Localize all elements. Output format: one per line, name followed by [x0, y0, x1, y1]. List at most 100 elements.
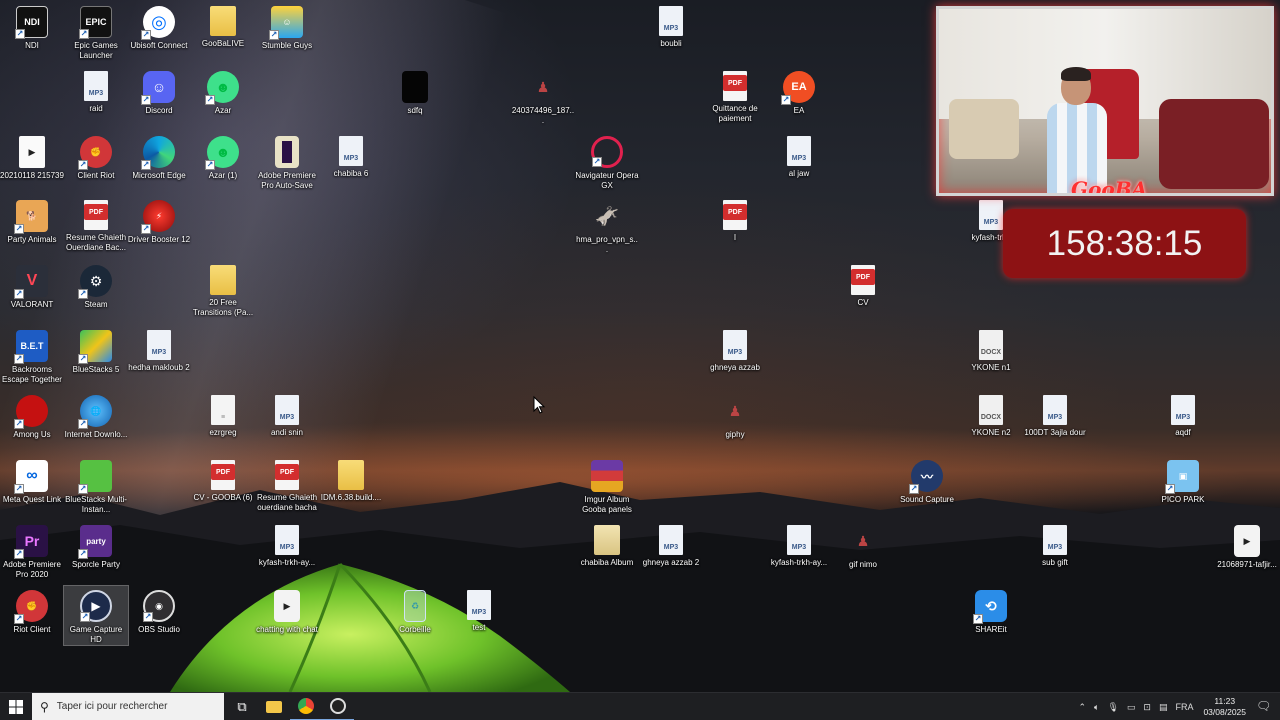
taskbar-chrome[interactable]	[290, 693, 322, 720]
start-button[interactable]	[0, 693, 32, 720]
desktop-icon-backrooms[interactable]: B.E.T ↗ Backrooms Escape Together	[0, 326, 64, 385]
desktop-icon-goobalive[interactable]: GooBaLIVE	[191, 2, 255, 49]
premiere-icon: Pr ↗	[14, 525, 48, 559]
desktop-icon-cv[interactable]: PDF CV	[831, 261, 895, 308]
desktop-icon-chabiba-album[interactable]: chabiba Album	[575, 521, 639, 568]
desktop-icon-steam[interactable]: ⚙ ↗ Steam	[64, 261, 128, 310]
taskbar-file-explorer[interactable]	[258, 693, 290, 720]
desktop-icon-meta-quest-link[interactable]: ∞ ↗ Meta Quest Link	[0, 456, 64, 505]
desktop-icon-andi-snin[interactable]: MP3 andi snin	[255, 391, 319, 438]
desktop-icon-i[interactable]: PDF I	[703, 196, 767, 243]
desktop-icon-chabiba-6[interactable]: MP3 chabiba 6	[319, 132, 383, 179]
microphone-icon[interactable]: 🎙︎	[1107, 702, 1118, 713]
desktop-icon-game-capture-hd[interactable]: ▶ ↗ Game Capture HD	[63, 585, 129, 646]
desktop-icon-quittance[interactable]: PDF Quittance de paiement	[703, 67, 767, 124]
desktop-icon-opera-gx[interactable]: ↗ Navigateur Opera GX	[575, 132, 639, 191]
desktop-icon-sporcle-party[interactable]: party ↗ Sporcle Party	[64, 521, 128, 570]
chevron-up-icon[interactable]: ⌃	[1078, 702, 1086, 713]
desktop-icon-giphy[interactable]: ♟ giphy	[703, 391, 767, 440]
desktop-icon-ubisoft[interactable]: ◎ ↗ Ubisoft Connect	[127, 2, 191, 51]
mp3-file-icon: MP3	[659, 6, 683, 36]
desktop-icon-kyfash-3[interactable]: MP3 kyfash-trkh-ay...	[767, 521, 831, 568]
desktop-icon-resume-2[interactable]: PDF Resume Ghaieth ouerdiane bacha	[255, 456, 319, 513]
desktop-icon-edge[interactable]: ↗ Microsoft Edge	[127, 132, 191, 181]
desktop-icon-bluestacks-5[interactable]: ↗ BlueStacks 5	[64, 326, 128, 375]
desktop-icon-al-jaw[interactable]: MP3 al jaw	[767, 132, 831, 179]
donkey-icon: 🫏	[594, 205, 620, 228]
desktop-icon-aqdf[interactable]: MP3 aqdf	[1151, 391, 1215, 438]
desktop-icon-pico-park[interactable]: ▣ ↗ PICO PARK	[1151, 456, 1215, 505]
desktop-icon-raid[interactable]: MP3 raid	[64, 67, 128, 114]
desktop-icon-free-transitions[interactable]: 20 Free Transitions (Pa...	[191, 261, 255, 318]
clock-time: 11:23	[1214, 696, 1236, 706]
taskbar-obs[interactable]	[322, 693, 354, 720]
desktop-icon-image-240374496[interactable]: ♟ 240374496_187...	[511, 67, 575, 126]
system-tray: ⌃ 🔈︎ 🎙︎ ▭ ⊡ ▤ FRA 11:23 03/08/2025	[1074, 693, 1246, 720]
desktop-icon-sub-gift[interactable]: MP3 sub gift	[1023, 521, 1087, 568]
desktop-icon-ndi[interactable]: NDI ↗ NDI	[0, 2, 64, 51]
language-indicator[interactable]: FRA	[1175, 702, 1193, 712]
desktop-icon-among-us[interactable]: ↗ Among Us	[0, 391, 64, 440]
desktop-icon-idm[interactable]: 🌐 ↗ Internet Downlo...	[64, 391, 128, 440]
desktop-icon-ezrgreg[interactable]: ≡ ezrgreg	[191, 391, 255, 438]
folder-icon	[210, 265, 236, 295]
desktop-icon-hedha-makloub[interactable]: MP3 hedha makloub 2	[127, 326, 191, 373]
desktop-icon-corbeille[interactable]: ♻ Corbeille	[383, 586, 447, 635]
desktop-icon-boubli[interactable]: MP3 boubli	[639, 2, 703, 49]
display-icon[interactable]: ⊡	[1143, 702, 1151, 713]
desktop-icon-epic-games[interactable]: EPIC ↗ Epic Games Launcher	[64, 2, 128, 61]
desktop-icon-azar-1[interactable]: ☻ ↗ Azar (1)	[191, 132, 255, 181]
mouse-cursor-icon	[533, 395, 546, 414]
mp3-file-icon: MP3	[275, 525, 299, 555]
desktop-icon-resume-1[interactable]: PDF Resume Ghaieth Ouerdiane Bac...	[64, 196, 128, 253]
mp3-file-icon: MP3	[787, 136, 811, 166]
desktop-icon-driver-booster[interactable]: ⚡ ↗ Driver Booster 12	[127, 196, 191, 245]
notification-icon[interactable]: 🗨︎	[1256, 699, 1272, 715]
desktop-icon-riot-client[interactable]: ✊ ↗ Riot Client	[0, 586, 64, 635]
desktop-icon-shareit[interactable]: ⟲ ↗ SHAREit	[959, 586, 1023, 635]
valorant-icon: V ↗	[14, 265, 48, 299]
desktop-icon-100dt[interactable]: MP3 100DT 3ajla dour	[1023, 391, 1087, 438]
desktop-icon-client-riot[interactable]: ✊ ↗ Client Riot	[64, 132, 128, 181]
desktop-icon-ghneya-azzab-2[interactable]: MP3 ghneya azzab 2	[639, 521, 703, 568]
task-view-button[interactable]: ⧉	[226, 693, 258, 720]
desktop-icon-imgur-album[interactable]: Imgur Album Gooba panels	[575, 456, 639, 515]
desktop-icon-idm-build[interactable]: IDM.6.38.build....	[319, 456, 383, 503]
desktop-icon-test[interactable]: MP3 test	[447, 586, 511, 633]
network-icon[interactable]: ▭	[1127, 702, 1136, 713]
desktop-icon-premiere-auto-save[interactable]: Adobe Premiere Pro Auto-Save	[255, 132, 319, 191]
desktop-icon-gif-nimo[interactable]: ♟ gif nimo	[831, 521, 895, 570]
desktop-icon-sdfq[interactable]: sdfq	[383, 67, 447, 116]
desktop-icon-chatting[interactable]: ▶ chatting with chat	[255, 586, 319, 635]
tray-app-icon[interactable]: ▤	[1159, 702, 1168, 713]
video-file-icon: ▶	[19, 136, 45, 168]
desktop-icon-ykone-n2[interactable]: DOCX YKONE n2	[959, 391, 1023, 438]
desktop-icon-obs[interactable]: ◉ ↗ OBS Studio	[127, 586, 191, 635]
desktop-icon-video-2106[interactable]: ▶ 21068971-tafjir...	[1215, 521, 1279, 570]
desktop-icon-party-animals[interactable]: 🐕 ↗ Party Animals	[0, 196, 64, 245]
taskbar-search-box[interactable]: ⚲ Taper ici pour rechercher	[32, 692, 224, 720]
mp3-file-icon: MP3	[787, 525, 811, 555]
desktop-icon-discord[interactable]: ☺ ↗ Discord	[127, 67, 191, 116]
desktop-icon-bluestacks-multi[interactable]: ↗ BlueStacks Multi-Instan...	[64, 456, 128, 515]
desktop-icon-premiere-2020[interactable]: Pr ↗ Adobe Premiere Pro 2020	[0, 521, 64, 580]
desktop-icon-cv-gooba[interactable]: PDF CV - GOOBA (6)	[191, 456, 255, 503]
desktop-icon-ea[interactable]: EA ↗ EA	[767, 67, 831, 116]
desktop-icon-stumble-guys[interactable]: ☺ ↗ Stumble Guys	[255, 2, 319, 51]
speaker-icon[interactable]: 🔈︎	[1094, 702, 1099, 713]
desktop-icon-azar[interactable]: ☻ ↗ Azar	[191, 67, 255, 116]
ea-icon: EA ↗	[781, 71, 815, 105]
desktop-icon-ykone-n1[interactable]: DOCX YKONE n1	[959, 326, 1023, 373]
desktop-icon-sound-capture[interactable]: 〰 ↗ Sound Capture	[895, 456, 959, 505]
desktop-icon-valorant[interactable]: V ↗ VALORANT	[0, 261, 64, 310]
desktop-icon-ghneya-azzab[interactable]: MP3 ghneya azzab	[703, 326, 767, 373]
file-explorer-icon	[266, 700, 282, 713]
shareit-icon: ⟲ ↗	[973, 590, 1007, 624]
desktop-icon-video-2021[interactable]: ▶ 20210118 215739	[0, 132, 64, 181]
clock[interactable]: 11:23 03/08/2025	[1203, 696, 1246, 718]
mp3-file-icon: MP3	[723, 330, 747, 360]
desktop-icon-hma-vpn[interactable]: 🫏 hma_pro_vpn_s...	[575, 196, 639, 255]
desktop-icon-kyfash-2[interactable]: MP3 kyfash-trkh-ay...	[255, 521, 319, 568]
taskbar: ⚲ Taper ici pour rechercher ⧉ ⌃ 🔈︎ 🎙︎ ▭ …	[0, 692, 1280, 720]
stream-timer: 158:38:15	[1003, 209, 1246, 278]
